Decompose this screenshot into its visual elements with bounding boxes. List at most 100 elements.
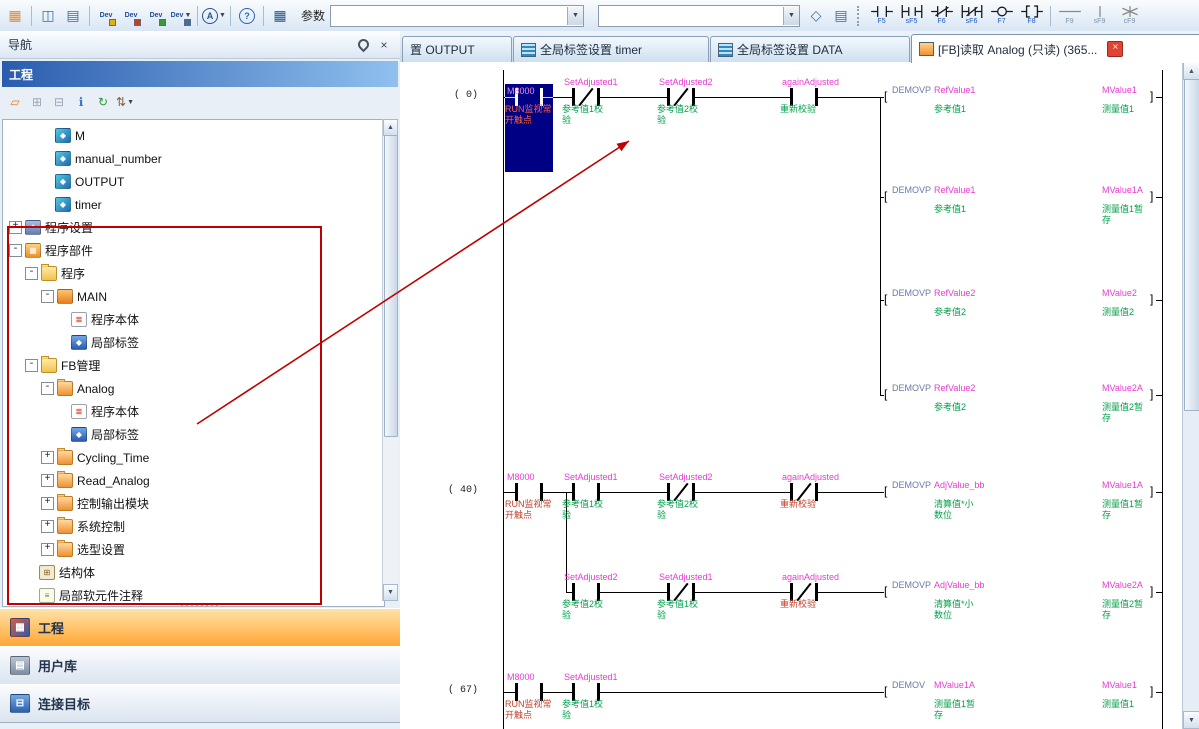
operand-label: RefValue2: [934, 288, 975, 299]
tab-global-label-output[interactable]: 置 OUTPUT: [402, 36, 512, 62]
device-label: SetAdjusted2: [659, 472, 713, 483]
paste-icon[interactable]: ⊟: [49, 92, 69, 112]
tree-item[interactable]: +*程序设置: [3, 216, 384, 239]
ladder-scrollbar[interactable]: ▲ ▼: [1182, 62, 1199, 729]
watch-combobox[interactable]: ▼: [598, 5, 800, 27]
body-icon: ≣: [71, 404, 87, 419]
application-instruction-button[interactable]: F8: [1017, 2, 1046, 29]
window-list-icon[interactable]: ▤: [61, 4, 85, 28]
chevron-down-icon[interactable]: ▼: [783, 7, 799, 25]
scrollbar-thumb[interactable]: [1184, 79, 1199, 411]
tree-item[interactable]: +Read_Analog: [3, 469, 384, 492]
window-tile-icon[interactable]: ◫: [36, 4, 60, 28]
tree-item[interactable]: -FB管理: [3, 354, 384, 377]
collapse-icon[interactable]: -: [41, 290, 54, 303]
tree-item[interactable]: ◆manual_number: [3, 147, 384, 170]
operand-comment: 存: [934, 710, 943, 721]
refresh-icon[interactable]: ↻: [93, 92, 113, 112]
device-comment-2-icon[interactable]: Dev: [119, 4, 143, 28]
tree-item[interactable]: ◆局部标签: [3, 423, 384, 446]
delete-line-button[interactable]: cF9: [1115, 2, 1144, 29]
horizontal-line-button[interactable]: F9: [1055, 2, 1084, 29]
device-comment: 参考值1校: [657, 599, 698, 610]
expand-icon[interactable]: +: [41, 520, 54, 533]
tree-item[interactable]: ≣程序本体: [3, 308, 384, 331]
device-comment: 验: [562, 510, 571, 521]
tree-item[interactable]: +选型设置: [3, 538, 384, 561]
tree-item[interactable]: ◆OUTPUT: [3, 170, 384, 193]
tab-fb-read-analog[interactable]: [FB]读取 Analog (只读) (365... ×: [911, 34, 1199, 63]
help-icon[interactable]: ?: [235, 4, 259, 28]
close-icon[interactable]: ×: [1107, 41, 1123, 57]
copy-icon[interactable]: ⊞: [27, 92, 47, 112]
instruction-open-bracket: [: [884, 293, 887, 306]
toolbar-grip[interactable]: [857, 6, 863, 26]
scroll-up-icon[interactable]: ▲: [383, 119, 398, 136]
chevron-down-icon[interactable]: ▼: [567, 7, 583, 25]
panel-splitter[interactable]: [0, 601, 399, 608]
operand-label: MValue1A: [1102, 480, 1143, 491]
collapse-icon[interactable]: -: [25, 359, 38, 372]
expand-icon[interactable]: +: [9, 221, 22, 234]
tab-label: [FB]读取 Analog (只读) (365...: [938, 41, 1097, 58]
parallel-open-contact-button[interactable]: sF5: [897, 2, 926, 29]
operand-label: MValue2A: [1102, 580, 1143, 591]
device-display-icon[interactable]: Dev▼: [169, 4, 193, 28]
tree-item[interactable]: -MAIN: [3, 285, 384, 308]
tab-global-label-timer[interactable]: 全局标签设置 timer: [513, 36, 709, 62]
tree-item[interactable]: +系统控制: [3, 515, 384, 538]
tab-global-label-data[interactable]: 全局标签设置 DATA: [710, 36, 910, 62]
tree-item[interactable]: -程序: [3, 262, 384, 285]
tree-item-label: M: [75, 129, 85, 143]
expand-icon[interactable]: +: [41, 474, 54, 487]
scroll-down-icon[interactable]: ▼: [383, 584, 398, 601]
statistics-icon[interactable]: ▦: [268, 4, 292, 28]
tree-item[interactable]: +控制输出模块: [3, 492, 384, 515]
pin-icon[interactable]: [355, 37, 371, 53]
scroll-down-icon[interactable]: ▼: [1183, 711, 1199, 729]
tree-scrollbar[interactable]: ▲ ▼: [382, 119, 398, 601]
operand-label: RefValue1: [934, 85, 975, 96]
scrollbar-thumb[interactable]: [384, 135, 398, 437]
tree-item[interactable]: -Analog: [3, 377, 384, 400]
device-comment-3-icon[interactable]: Dev: [144, 4, 168, 28]
parameter-combobox[interactable]: ▼: [330, 5, 584, 27]
coil-button[interactable]: F7: [987, 2, 1016, 29]
sort-icon[interactable]: ⇅▼: [115, 92, 135, 112]
close-contact-button[interactable]: F6: [927, 2, 956, 29]
ladder-editor[interactable]: ( 0)M8000RUN监视常开触点SetAdjusted1参考值1校验SetA…: [400, 62, 1182, 729]
connection-destination-button[interactable]: ⊟连接目标: [0, 684, 419, 723]
tree-item[interactable]: -▦程序部件: [3, 239, 384, 262]
expand-icon[interactable]: +: [41, 497, 54, 510]
vertical-line-button[interactable]: sF9: [1085, 2, 1114, 29]
tab-label: 置 OUTPUT: [410, 41, 475, 58]
close-icon[interactable]: ×: [376, 37, 392, 53]
project-data-list-icon[interactable]: ▦: [3, 4, 27, 28]
parallel-close-contact-button[interactable]: sF6: [957, 2, 986, 29]
tree-item[interactable]: +Cycling_Time: [3, 446, 384, 469]
find-device-icon[interactable]: A▼: [202, 4, 226, 28]
watch-window-icon[interactable]: ▤: [829, 4, 853, 28]
operand-label: MValue1A: [1102, 185, 1143, 196]
new-data-icon[interactable]: ▱: [5, 92, 25, 112]
user-library-button[interactable]: ▤用户库: [0, 646, 419, 685]
project-button[interactable]: ▦工程: [0, 608, 419, 647]
operand-comment: 测量值2: [1102, 307, 1134, 318]
open-contact-button[interactable]: F5: [867, 2, 896, 29]
bookmark-icon[interactable]: ◇: [804, 4, 828, 28]
tree-item[interactable]: ◆timer: [3, 193, 384, 216]
tree-item[interactable]: ◆局部标签: [3, 331, 384, 354]
collapse-icon[interactable]: -: [25, 267, 38, 280]
collapse-icon[interactable]: -: [9, 244, 22, 257]
expand-icon[interactable]: +: [41, 451, 54, 464]
scroll-up-icon[interactable]: ▲: [1183, 62, 1199, 80]
instruction-open-bracket: [: [884, 90, 887, 103]
body-icon: ≣: [71, 312, 87, 327]
device-comment-1-icon[interactable]: Dev: [94, 4, 118, 28]
tree-item[interactable]: ≣程序本体: [3, 400, 384, 423]
property-icon[interactable]: ℹ: [71, 92, 91, 112]
expand-icon[interactable]: +: [41, 543, 54, 556]
tree-item[interactable]: ◆M: [3, 124, 384, 147]
collapse-icon[interactable]: -: [41, 382, 54, 395]
tree-item[interactable]: ⊞结构体: [3, 561, 384, 584]
